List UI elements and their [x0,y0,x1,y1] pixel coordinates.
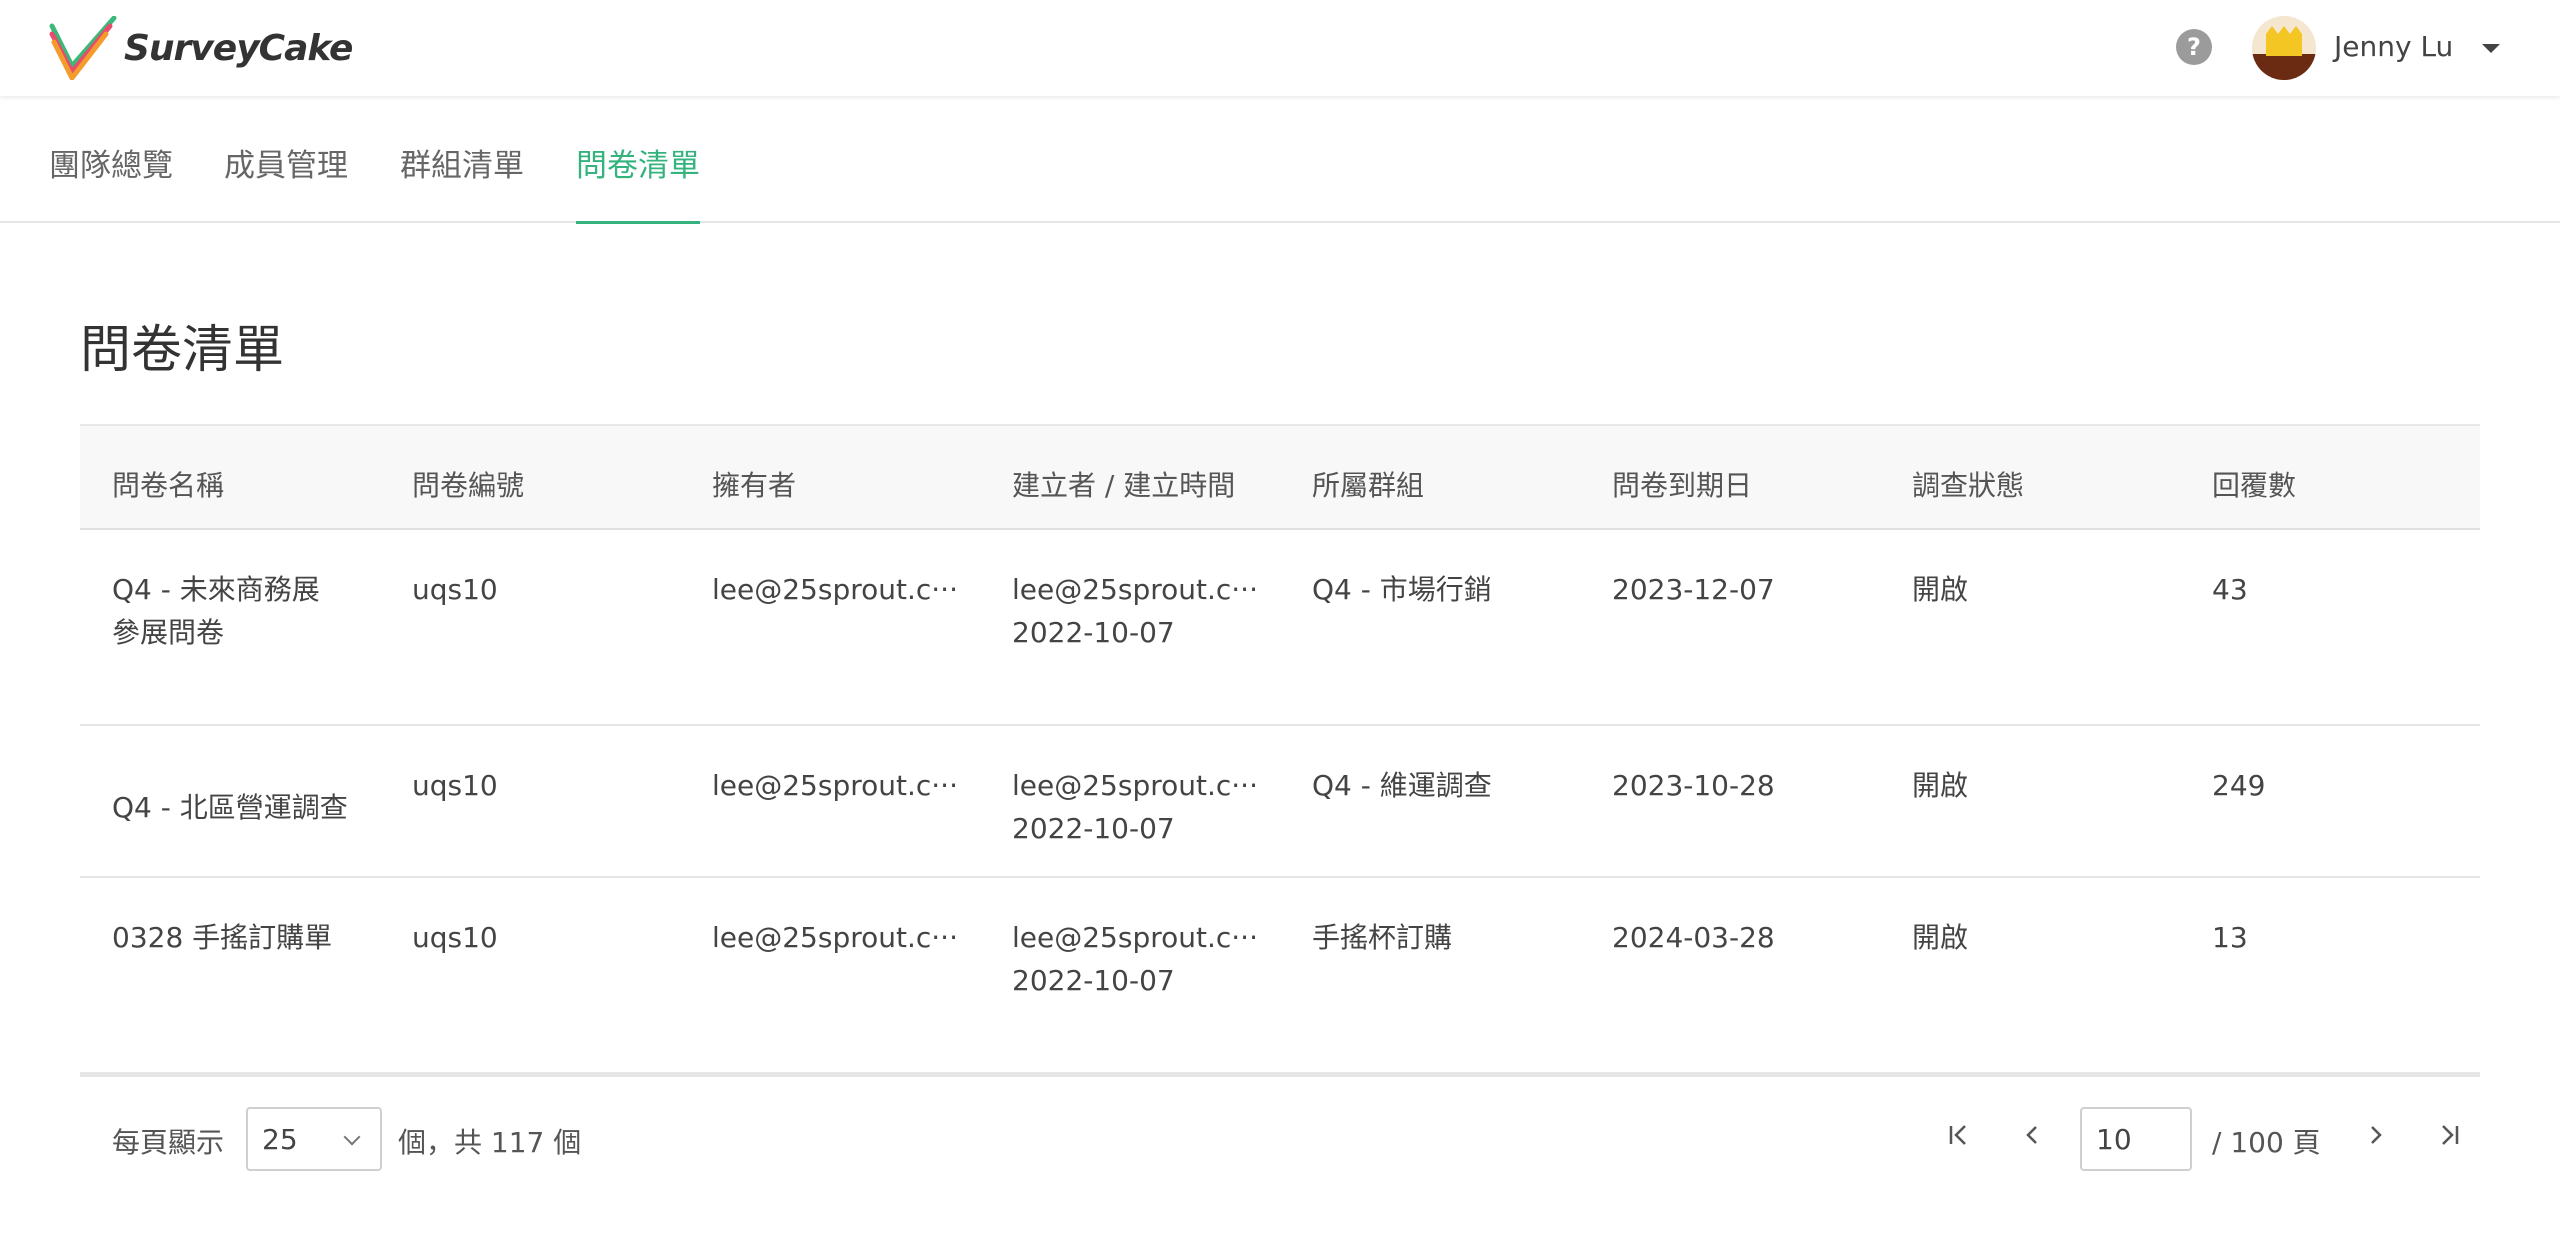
due-date: 2023-10-28 [1612,769,1775,802]
per-page-select[interactable]: 25 [246,1107,382,1171]
surveycake-logo-icon [49,16,117,80]
tab-bar: 團隊總覽 成員管理 群組清單 問卷清單 [0,96,2560,224]
logo-text: SurveyCake [124,27,353,69]
survey-name-line: Q4 - 未來商務展 [112,573,320,606]
creator: lee@25sprout.c··· 2022-10-07 [1012,764,1258,850]
last-page-icon [2442,1125,2459,1145]
column-header[interactable]: 調查狀態 [1912,464,2024,504]
column-header[interactable]: 所屬群組 [1312,464,1424,504]
group: Q4 - 維運調查 [1312,769,1492,802]
reply-count: 43 [2212,573,2248,606]
survey-name[interactable]: Q4 - 未來商務展 參展問卷 [112,568,320,654]
chevron-down-icon[interactable] [2482,44,2500,53]
pagination-bar: 每頁顯示 25 個，共 117 個 / 100 頁 [80,1074,2480,1174]
creator-email: lee@25sprout.c··· [1012,573,1258,606]
survey-name[interactable]: Q4 - 北區營運調查 [112,786,348,829]
column-header[interactable]: 問卷到期日 [1612,464,1752,504]
status: 開啟 [1912,573,1969,606]
owner: lee@25sprout.c··· [712,921,958,954]
group: 手搖杯訂購 [1312,921,1453,954]
creator-email: lee@25sprout.c··· [1012,921,1258,954]
chevron-right-icon [2371,1126,2382,1144]
avatar[interactable] [2252,16,2316,80]
total-count: 個，共 117 個 [398,1126,582,1159]
column-header[interactable]: 問卷編號 [412,464,524,504]
column-header[interactable]: 建立者 / 建立時間 [1012,464,1235,504]
per-page-label: 每頁顯示 [112,1126,225,1159]
owner: lee@25sprout.c··· [712,573,958,606]
prev-page-button[interactable] [2012,1115,2052,1155]
page-number-input[interactable] [2080,1107,2192,1171]
survey-name[interactable]: 0328 手搖訂購單 [112,916,332,959]
table-row[interactable]: Q4 - 北區營運調查 uqs10 lee@25sprout.c··· lee@… [80,726,2480,878]
owner: lee@25sprout.c··· [712,769,958,802]
survey-code: uqs10 [412,573,498,606]
total-pages: / 100 頁 [2212,1126,2321,1159]
help-icon[interactable]: ? [2176,29,2212,65]
table-header: 問卷名稱 問卷編號 擁有者 建立者 / 建立時間 所屬群組 問卷到期日 調查狀態… [80,424,2480,530]
survey-code: uqs10 [412,921,498,954]
due-date: 2023-12-07 [1612,573,1775,606]
survey-name-line: 參展問卷 [112,616,225,649]
group: Q4 - 市場行銷 [1312,573,1492,606]
status: 開啟 [1912,769,1969,802]
tab-team-overview[interactable]: 團隊總覽 [49,140,173,221]
created-date: 2022-10-07 [1012,616,1175,649]
created-date: 2022-10-07 [1012,812,1175,845]
last-page-button[interactable] [2428,1115,2468,1155]
first-page-icon [1949,1125,1966,1145]
tab-group-list[interactable]: 群組清單 [400,140,524,221]
logo[interactable]: SurveyCake [48,16,353,80]
reply-count: 249 [2212,769,2266,802]
top-navbar: SurveyCake ? Jenny Lu [0,0,2560,96]
created-date: 2022-10-07 [1012,964,1175,997]
survey-table: 問卷名稱 問卷編號 擁有者 建立者 / 建立時間 所屬群組 問卷到期日 調查狀態… [80,424,2480,1074]
tab-survey-list[interactable]: 問卷清單 [576,140,700,224]
column-header[interactable]: 擁有者 [712,464,796,504]
column-header[interactable]: 問卷名稱 [112,464,224,504]
user-name[interactable]: Jenny Lu [2334,30,2453,63]
per-page-value: 25 [262,1123,298,1156]
column-header[interactable]: 回覆數 [2212,464,2296,504]
chevron-down-icon [343,1128,361,1146]
chevron-left-icon [2026,1126,2037,1144]
page-title: 問卷清單 [80,321,285,380]
tab-member-management[interactable]: 成員管理 [224,140,348,221]
due-date: 2024-03-28 [1612,921,1775,954]
reply-count: 13 [2212,921,2248,954]
status: 開啟 [1912,921,1969,954]
first-page-button[interactable] [1940,1115,1980,1155]
creator: lee@25sprout.c··· 2022-10-07 [1012,916,1258,1002]
avatar-image [2252,16,2316,80]
creator: lee@25sprout.c··· 2022-10-07 [1012,568,1258,654]
table-row[interactable]: 0328 手搖訂購單 uqs10 lee@25sprout.c··· lee@2… [80,878,2480,1074]
survey-code: uqs10 [412,769,498,802]
next-page-button[interactable] [2356,1115,2396,1155]
creator-email: lee@25sprout.c··· [1012,769,1258,802]
table-row[interactable]: Q4 - 未來商務展 參展問卷 uqs10 lee@25sprout.c··· … [80,530,2480,726]
